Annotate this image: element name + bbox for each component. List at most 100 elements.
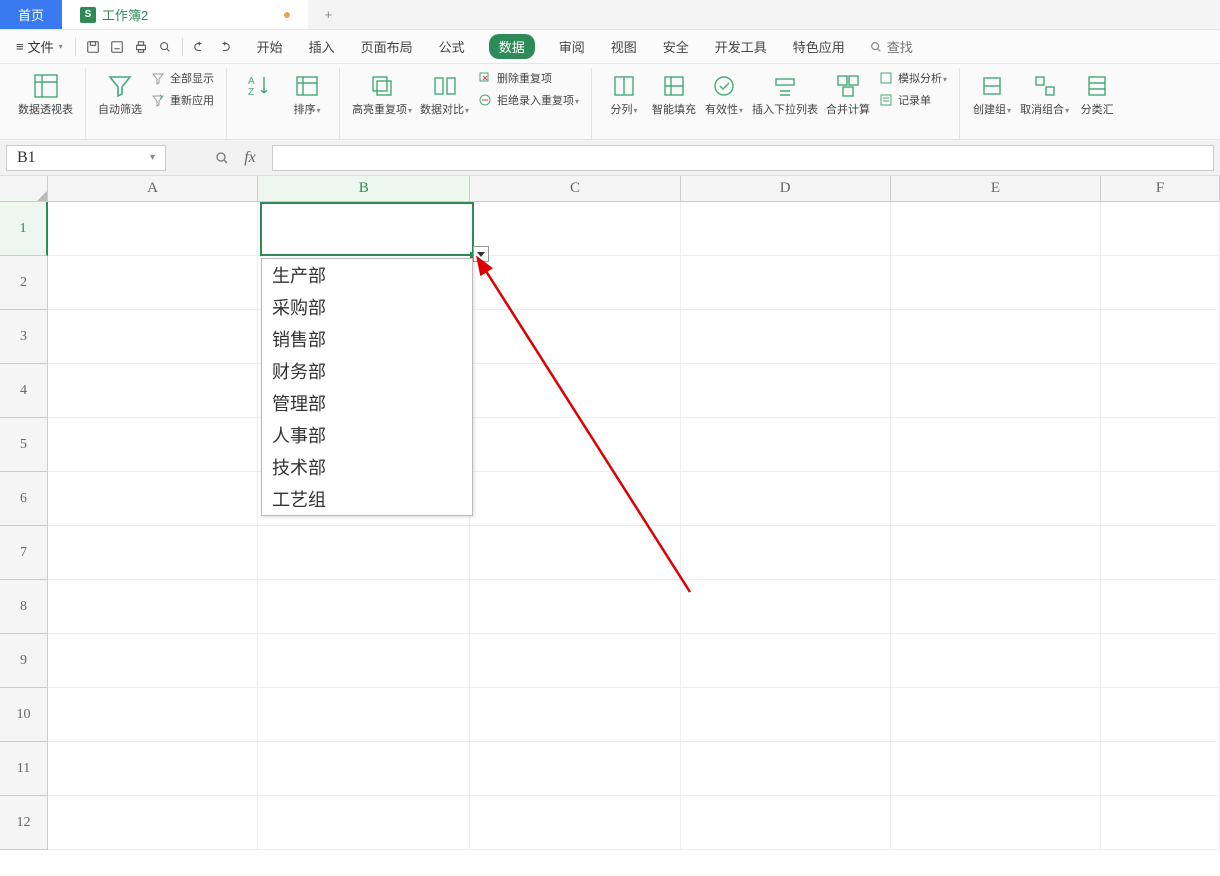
- cell[interactable]: [891, 526, 1101, 580]
- column-header-E[interactable]: E: [891, 176, 1101, 202]
- column-header-D[interactable]: D: [681, 176, 891, 202]
- print-icon[interactable]: [130, 36, 152, 58]
- search-box[interactable]: 查找: [869, 37, 913, 56]
- subtotal-button[interactable]: 分类汇: [1073, 68, 1121, 118]
- cell[interactable]: [891, 364, 1101, 418]
- tab-view[interactable]: 视图: [609, 33, 639, 60]
- row-header-2[interactable]: 2: [0, 256, 48, 310]
- fx-label[interactable]: fx: [240, 148, 260, 168]
- cell[interactable]: [1101, 472, 1220, 526]
- cell[interactable]: [891, 418, 1101, 472]
- cell[interactable]: [1101, 634, 1220, 688]
- cell[interactable]: [681, 580, 891, 634]
- row-header-6[interactable]: 6: [0, 472, 48, 526]
- sort-button[interactable]: 排序▾: [283, 68, 331, 118]
- expand-fx-icon[interactable]: [212, 148, 232, 168]
- cell[interactable]: [1101, 418, 1220, 472]
- cell[interactable]: [48, 688, 258, 742]
- pivot-table-button[interactable]: 数据透视表: [14, 68, 77, 118]
- cell[interactable]: [681, 256, 891, 310]
- cell[interactable]: [470, 418, 680, 472]
- cell[interactable]: [1101, 526, 1220, 580]
- cell[interactable]: [470, 202, 680, 256]
- cell[interactable]: [891, 742, 1101, 796]
- cell[interactable]: [48, 634, 258, 688]
- dropdown-item[interactable]: 采购部: [262, 291, 472, 323]
- cell[interactable]: [681, 310, 891, 364]
- cell[interactable]: [258, 796, 470, 850]
- cell[interactable]: [48, 364, 258, 418]
- tab-special[interactable]: 特色应用: [791, 33, 847, 60]
- cell[interactable]: [258, 634, 470, 688]
- column-header-C[interactable]: C: [470, 176, 680, 202]
- tab-workbook[interactable]: S 工作簿2: [62, 0, 308, 29]
- row-header-4[interactable]: 4: [0, 364, 48, 418]
- cell[interactable]: [1101, 256, 1220, 310]
- cell[interactable]: [48, 580, 258, 634]
- column-header-F[interactable]: F: [1101, 176, 1220, 202]
- tab-review[interactable]: 审阅: [557, 33, 587, 60]
- cell[interactable]: [681, 526, 891, 580]
- dropdown-item[interactable]: 技术部: [262, 451, 472, 483]
- cell[interactable]: [681, 364, 891, 418]
- cell[interactable]: [891, 202, 1101, 256]
- cell[interactable]: [470, 364, 680, 418]
- tab-layout[interactable]: 页面布局: [359, 33, 415, 60]
- dropdown-item[interactable]: 管理部: [262, 387, 472, 419]
- file-menu[interactable]: ≡ 文件 ▾: [10, 37, 69, 56]
- column-header-B[interactable]: B: [258, 176, 470, 202]
- cell[interactable]: [470, 526, 680, 580]
- save-icon[interactable]: [82, 36, 104, 58]
- insert-dropdown-button[interactable]: 插入下拉列表: [748, 68, 822, 118]
- tab-formula[interactable]: 公式: [437, 33, 467, 60]
- cell[interactable]: [681, 742, 891, 796]
- cell[interactable]: [470, 688, 680, 742]
- cell[interactable]: [681, 472, 891, 526]
- cell[interactable]: [681, 688, 891, 742]
- row-header-12[interactable]: 12: [0, 796, 48, 850]
- tab-start[interactable]: 开始: [255, 33, 285, 60]
- cell[interactable]: [681, 796, 891, 850]
- tab-data[interactable]: 数据: [489, 34, 535, 59]
- highlight-dup-button[interactable]: 高亮重复项▾: [348, 68, 416, 118]
- flash-fill-button[interactable]: 智能填充: [648, 68, 700, 118]
- row-header-10[interactable]: 10: [0, 688, 48, 742]
- text-to-columns-button[interactable]: 分列▾: [600, 68, 648, 118]
- cell[interactable]: [1101, 742, 1220, 796]
- cell[interactable]: [48, 310, 258, 364]
- reject-dup-button[interactable]: 拒绝录入重复项▾: [473, 90, 583, 110]
- cells-area[interactable]: [48, 202, 1220, 876]
- cell[interactable]: [258, 742, 470, 796]
- cell[interactable]: [681, 634, 891, 688]
- tab-home[interactable]: 首页: [0, 0, 62, 29]
- cell[interactable]: [891, 634, 1101, 688]
- cell[interactable]: [48, 796, 258, 850]
- tab-security[interactable]: 安全: [661, 33, 691, 60]
- dropdown-item[interactable]: 生产部: [262, 259, 472, 291]
- form-button[interactable]: 记录单: [874, 90, 951, 110]
- name-box[interactable]: B1 ▾: [6, 145, 166, 171]
- row-header-7[interactable]: 7: [0, 526, 48, 580]
- cell[interactable]: [470, 472, 680, 526]
- cell[interactable]: [1101, 310, 1220, 364]
- cell[interactable]: [891, 310, 1101, 364]
- cell[interactable]: [258, 526, 470, 580]
- cell[interactable]: [48, 418, 258, 472]
- autofilter-button[interactable]: 自动筛选: [94, 68, 146, 118]
- ungroup-button[interactable]: 取消组合▾: [1016, 68, 1073, 118]
- cell[interactable]: [48, 256, 258, 310]
- cell[interactable]: [1101, 580, 1220, 634]
- cell[interactable]: [891, 472, 1101, 526]
- redo-icon[interactable]: [213, 36, 235, 58]
- cell[interactable]: [48, 742, 258, 796]
- consolidate-button[interactable]: 合并计算: [822, 68, 874, 118]
- validation-button[interactable]: 有效性▾: [700, 68, 748, 118]
- whatif-button[interactable]: 模拟分析▾: [874, 68, 951, 88]
- cell[interactable]: [470, 256, 680, 310]
- cell[interactable]: [1101, 796, 1220, 850]
- tab-new[interactable]: +: [308, 0, 348, 29]
- cell[interactable]: [681, 202, 891, 256]
- reapply-button[interactable]: 重新应用: [146, 90, 218, 110]
- group-button[interactable]: 创建组▾: [968, 68, 1016, 118]
- row-header-5[interactable]: 5: [0, 418, 48, 472]
